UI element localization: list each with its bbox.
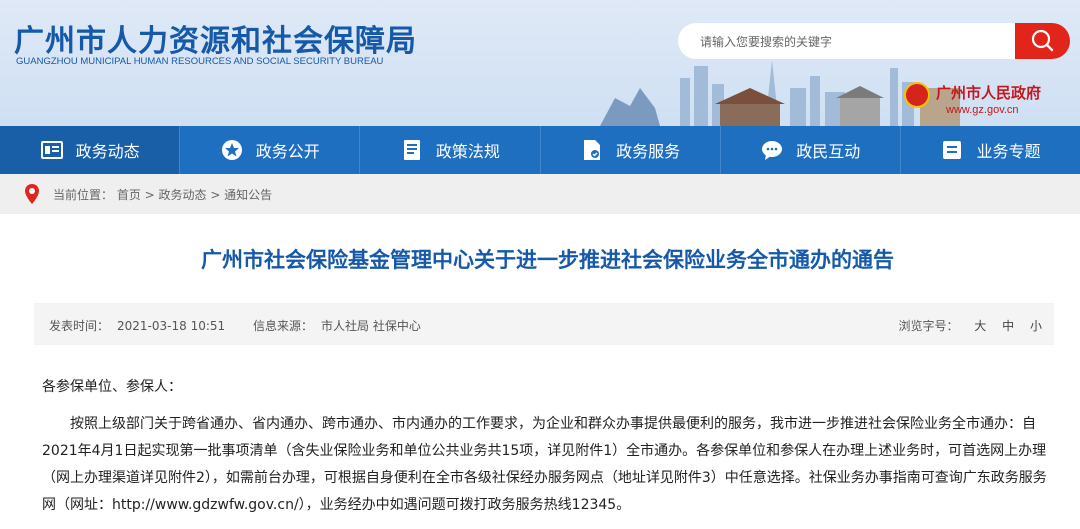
location-pin-icon: [25, 184, 39, 204]
nav-label: 政务公开: [255, 142, 320, 161]
gov-portal-link[interactable]: 广州市人民政府 www.gz.gov.cn: [900, 80, 1070, 122]
article-greeting: 各参保单位、参保人：: [42, 379, 182, 395]
nav-label: 政策法规: [435, 142, 500, 161]
nav-label: 政务动态: [75, 142, 140, 161]
main-nav: 政务动态 政务公开 政策法规 政务服务 政民互动 业务专题: [0, 126, 1080, 174]
gov-emblem-icon: [904, 82, 930, 108]
news-icon: [40, 141, 63, 159]
source-label: 信息来源：: [252, 319, 313, 333]
site-title-english: GUANGZHOU MUNICIPAL HUMAN RESOURCES AND …: [16, 56, 384, 67]
font-size-small-button[interactable]: 小: [1030, 319, 1042, 333]
nav-label: 业务专题: [976, 142, 1041, 161]
nav-item-policy[interactable]: 政策法规: [360, 126, 541, 174]
search-box: [678, 23, 1018, 61]
nav-item-news[interactable]: 政务动态: [0, 126, 181, 174]
list-icon: [943, 141, 962, 159]
site-header: 广州市人力资源和社会保障局 GUANGZHOU MUNICIPAL HUMAN …: [0, 0, 1080, 126]
breadcrumb: 当前位置： 首页 > 政务动态 > 通知公告: [0, 174, 1080, 214]
site-title[interactable]: 广州市人力资源和社会保障局: [14, 16, 417, 60]
nav-item-interaction[interactable]: 政民互动: [721, 126, 901, 174]
document-icon: [403, 140, 420, 160]
service-icon: [584, 140, 601, 160]
gov-url: www.gz.gov.cn: [946, 104, 1019, 116]
source-value: 市人社局 社保中心: [321, 319, 421, 333]
search-input[interactable]: [698, 23, 1012, 61]
nav-item-open-gov[interactable]: 政务公开: [180, 126, 361, 174]
article-paragraph: 按照上级部门关于跨省通办、省内通办、跨市通办、市内通办的工作要求，为企业和群众办…: [42, 416, 1047, 513]
nav-item-topics[interactable]: 业务专题: [901, 126, 1080, 174]
published-label: 发表时间：: [49, 319, 110, 333]
gov-name: 广州市人民政府: [936, 84, 1042, 102]
article-meta: 发表时间： 2021-03-18 10:51 信息来源： 市人社局 社保中心 浏览字…: [34, 303, 1054, 345]
magnifier-icon: [1031, 29, 1054, 52]
font-size-label: 浏览字号：: [898, 319, 959, 333]
article-title: 广州市社会保险基金管理中心关于进一步推进社会保险业务全市通办的通告: [201, 248, 894, 272]
chat-icon: [762, 141, 783, 160]
nav-label: 政务服务: [616, 142, 681, 161]
breadcrumb-text[interactable]: 当前位置： 首页 > 政务动态 > 通知公告: [53, 186, 272, 203]
published-value: 2021-03-18 10:51: [117, 319, 226, 333]
nav-label: 政民互动: [796, 142, 861, 161]
font-size-medium-button[interactable]: 中: [1002, 319, 1014, 333]
star-icon: [221, 140, 242, 160]
nav-item-services[interactable]: 政务服务: [541, 126, 721, 174]
search-button[interactable]: [1015, 23, 1070, 59]
font-size-large-button[interactable]: 大: [974, 319, 986, 333]
